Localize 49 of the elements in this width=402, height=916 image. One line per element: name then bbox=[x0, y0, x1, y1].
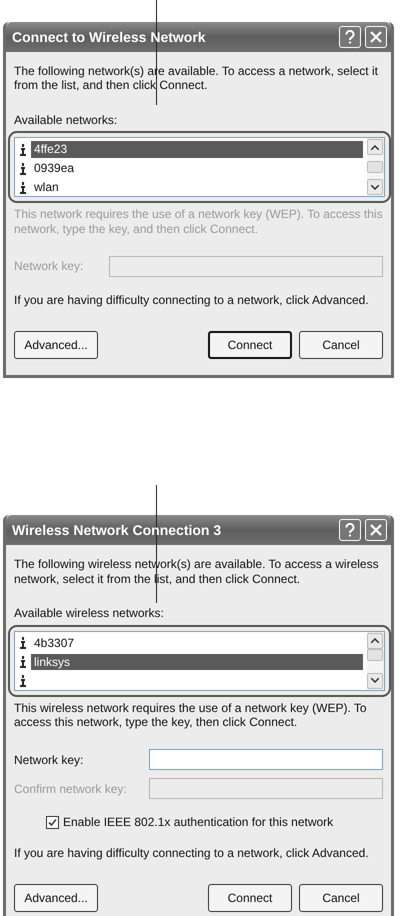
checkbox[interactable] bbox=[46, 816, 59, 829]
dialog-button[interactable]: Cancel bbox=[299, 331, 383, 360]
help-button[interactable] bbox=[339, 26, 361, 48]
antenna-icon bbox=[19, 656, 27, 668]
checkbox-label: Enable IEEE 802.1x authentication for this network bbox=[63, 815, 334, 830]
field-label: Network key: bbox=[14, 752, 84, 767]
list-label: Available wireless networks: bbox=[14, 606, 165, 621]
antenna-icon bbox=[19, 675, 27, 688]
close-icon bbox=[370, 524, 382, 536]
list-label: Available networks: bbox=[14, 112, 118, 128]
close-icon bbox=[370, 31, 382, 43]
antenna-icon bbox=[19, 182, 27, 194]
scroll-down-button[interactable] bbox=[367, 672, 383, 689]
help-icon bbox=[345, 30, 355, 44]
dialog-button[interactable]: Advanced... bbox=[14, 884, 98, 912]
dialog-button[interactable]: Cancel bbox=[299, 884, 383, 912]
network-row[interactable]: wlan bbox=[19, 178, 363, 198]
caret-up-icon bbox=[371, 144, 379, 150]
scroll-down-button[interactable] bbox=[367, 179, 383, 196]
scroll-bar[interactable] bbox=[367, 632, 384, 690]
scroll-thumb[interactable] bbox=[367, 648, 383, 661]
field-label: Confirm network key: bbox=[14, 782, 128, 796]
scroll-up-button[interactable] bbox=[367, 139, 383, 156]
window-title: Connect to Wireless Network bbox=[12, 28, 206, 46]
dialog-button[interactable]: Advanced... bbox=[14, 331, 98, 360]
close-button[interactable] bbox=[365, 26, 387, 48]
caret-down-icon bbox=[371, 184, 379, 190]
antenna-icon bbox=[19, 162, 27, 175]
key-field[interactable] bbox=[149, 749, 383, 770]
network-row[interactable]: 0939ea bbox=[19, 159, 363, 178]
key-note: This wireless network requires the use of a network key (WEP). To access this network, type the key, then click Connect. bbox=[14, 700, 368, 730]
scroll-bar[interactable] bbox=[367, 138, 384, 196]
caret-down-icon bbox=[371, 678, 379, 684]
close-button[interactable] bbox=[365, 519, 387, 542]
scroll-up-button[interactable] bbox=[367, 632, 383, 649]
caret-up-icon bbox=[371, 638, 379, 644]
scroll-thumb[interactable] bbox=[367, 161, 383, 174]
antenna-icon bbox=[19, 144, 27, 156]
network-row[interactable]: 4b3307 bbox=[19, 634, 363, 653]
advice-text: If you are having difficulty connecting to a network, click Advanced. bbox=[14, 846, 370, 860]
dialog-button[interactable]: Connect bbox=[208, 884, 292, 912]
antenna-icon bbox=[19, 637, 27, 650]
advice-text: If you are having difficulty connecting to a network, click Advanced. bbox=[14, 292, 370, 308]
key-note: This network requires the use of a network key (WEP). To access this network, type the key, and then click Connect. bbox=[14, 207, 383, 236]
help-icon bbox=[345, 523, 355, 538]
help-button[interactable] bbox=[339, 519, 361, 542]
window-title: Wireless Network Connection 3 bbox=[12, 522, 222, 539]
field-label: Network key: bbox=[14, 259, 84, 274]
dialog-button[interactable]: Connect bbox=[208, 331, 292, 360]
